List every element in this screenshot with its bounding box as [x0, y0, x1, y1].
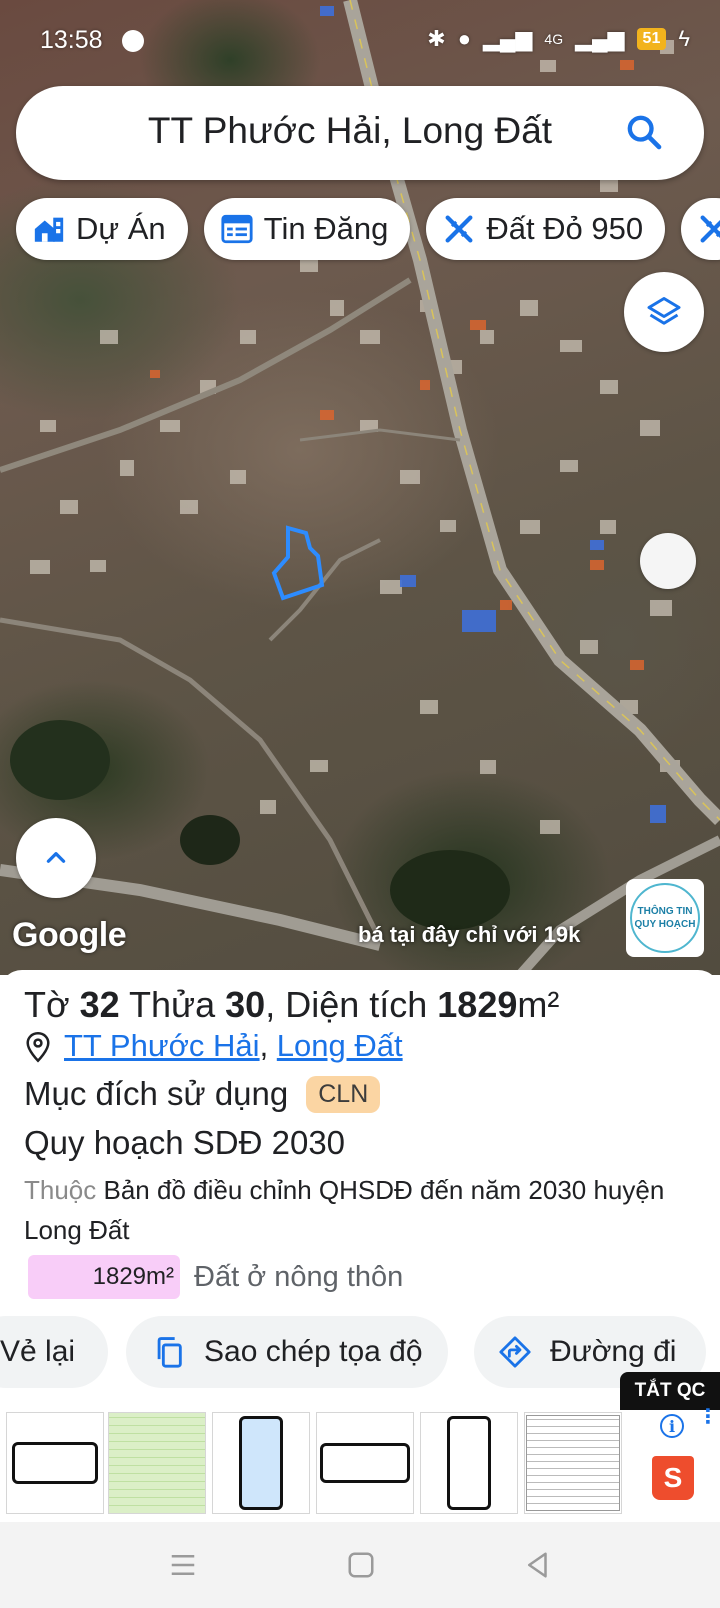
location-icon: ● — [457, 26, 471, 51]
back-icon[interactable] — [523, 1550, 553, 1580]
globe-icon — [122, 30, 144, 52]
zoning-type: Đất ở nông thôn — [194, 1260, 404, 1293]
search-input[interactable]: TT Phước Hải, Long Đất — [16, 110, 704, 152]
calendar-list-icon — [221, 214, 253, 244]
home-icon[interactable] — [346, 1550, 376, 1580]
parcel-title: Tờ 32 Thửa 30, Diện tích 1829m² — [24, 984, 560, 1025]
district-link[interactable]: Long Đất — [277, 1028, 403, 1064]
signal-icon-2: ▂▄▆ — [575, 26, 625, 51]
signal-icon: ▂▄▆ — [482, 26, 533, 51]
ruler-compass-icon — [700, 215, 720, 243]
chip-label: Đất Đỏ 950 — [486, 211, 644, 246]
bluetooth-icon: ✱ — [427, 26, 446, 51]
ad-product-thumb[interactable] — [6, 1412, 104, 1514]
home-city-icon — [34, 217, 64, 242]
layers-button[interactable] — [624, 272, 704, 352]
menu-icon[interactable] — [168, 1550, 198, 1580]
ad-product-thumb[interactable] — [108, 1412, 206, 1514]
chip-dat-do-950[interactable]: Đất Đỏ 950 — [426, 198, 666, 260]
chip-more[interactable] — [681, 198, 720, 260]
copy-icon — [157, 1337, 182, 1368]
ad-product-thumb[interactable] — [316, 1412, 414, 1514]
ad-product-thumb[interactable] — [420, 1412, 518, 1514]
parcel-outline — [271, 525, 325, 601]
ad-more-icon[interactable]: ⋮ — [698, 1407, 718, 1427]
chip-tin-dang[interactable]: Tin Đăng — [203, 198, 411, 260]
close-ad-button[interactable]: TẮT QC — [620, 1372, 720, 1410]
ruler-compass-icon — [445, 215, 473, 243]
status-bar: 13:58 ✱ ● ▂▄▆ 4G ▂▄▆ 51 ϟ — [0, 0, 720, 80]
chip-label: Tin Đăng — [263, 211, 389, 246]
expand-up-button[interactable] — [16, 818, 96, 898]
status-time: 13:58 — [40, 26, 103, 54]
chevron-up-icon — [46, 852, 66, 863]
chip-du-an[interactable]: Dự Án — [16, 198, 188, 260]
plan-description: Thuộc Bản đồ điều chỉnh QHSDĐ đến năm 20… — [24, 1175, 665, 1245]
layers-icon — [647, 297, 681, 325]
search-icon[interactable] — [624, 112, 664, 152]
ad-banner[interactable] — [0, 1410, 720, 1522]
google-logo: Google — [12, 916, 127, 954]
directions-icon — [499, 1336, 531, 1368]
ad-product-thumb[interactable] — [524, 1412, 622, 1514]
ad-info-icon[interactable]: i — [660, 1414, 684, 1438]
planning-info-label: THÔNG TIN QUY HOẠCH — [630, 883, 700, 953]
floating-handle-button[interactable] — [640, 533, 696, 589]
chip-label: Dự Án — [76, 211, 166, 246]
land-use-row: Mục đích sử dụng CLN — [24, 1075, 381, 1113]
charging-icon: ϟ — [678, 26, 690, 51]
location-row: TT Phước Hải , Long Đất — [24, 1028, 403, 1064]
redraw-button[interactable]: Vẻ lại — [0, 1316, 108, 1388]
shopee-bag-icon[interactable]: S — [652, 1456, 694, 1500]
ward-link[interactable]: TT Phước Hải — [64, 1028, 260, 1064]
search-bar[interactable]: TT Phước Hải, Long Đất — [16, 86, 704, 180]
sheet-number: 32 — [79, 984, 120, 1025]
planning-info-badge[interactable]: THÔNG TIN QUY HOẠCH — [626, 879, 704, 957]
plan-title: Quy hoạch SDĐ 2030 — [24, 1124, 346, 1161]
zoning-row: 1829m² Đất ở nông thôn — [28, 1255, 403, 1299]
zoning-area-badge: 1829m² — [28, 1255, 180, 1299]
filter-chips: Dự Án Tin Đăng Đất Đỏ 950 — [16, 198, 720, 260]
map-ad-text[interactable]: bá tại đây chỉ với 19k — [358, 922, 580, 948]
parcel-number: 30 — [225, 984, 266, 1025]
land-use-label: Mục đích sử dụng — [24, 1075, 289, 1112]
ad-product-thumb[interactable] — [212, 1412, 310, 1514]
satellite-map[interactable]: 13:58 ✱ ● ▂▄▆ 4G ▂▄▆ 51 ϟ TT Phước Hải, … — [0, 0, 720, 975]
map-pin-icon — [26, 1032, 50, 1063]
land-use-code-badge: CLN — [306, 1075, 381, 1113]
area-value: 1829 — [437, 984, 518, 1025]
system-nav-bar — [0, 1522, 720, 1608]
copy-coordinates-button[interactable]: Sao chép tọa độ — [126, 1316, 448, 1388]
action-buttons: Vẻ lại Sao chép tọa độ Đường đi — [0, 1316, 720, 1388]
battery-icon: 51 — [636, 28, 667, 50]
network-type-label: 4G — [544, 31, 564, 47]
location-separator: , — [259, 1028, 277, 1063]
